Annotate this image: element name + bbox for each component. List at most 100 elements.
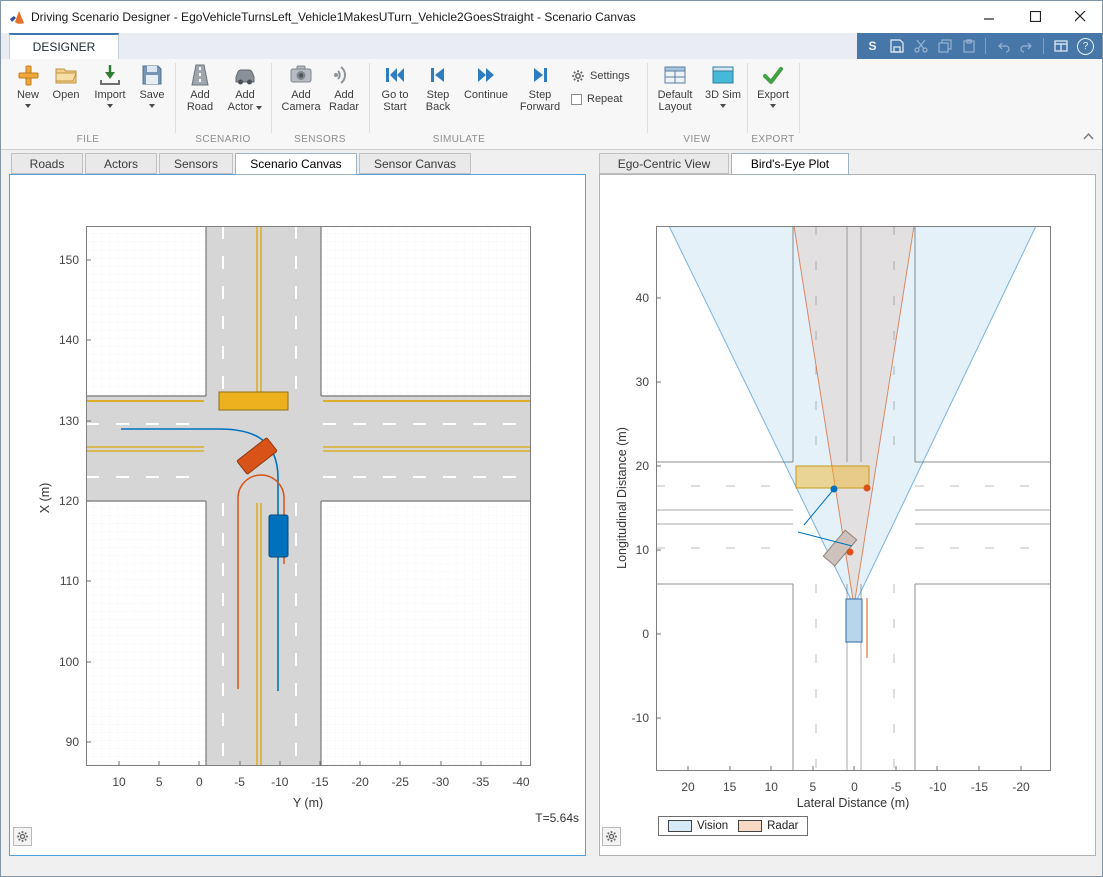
add-actor-dropdown-caret <box>256 106 262 110</box>
export-dropdown-caret <box>770 104 776 108</box>
tab-roads[interactable]: Roads <box>11 153 83 174</box>
legend-item-vision: Vision <box>668 820 728 832</box>
y-tick: 40 <box>636 291 649 305</box>
x-tick: 0 <box>181 775 217 789</box>
add-actor-car-icon <box>233 63 257 87</box>
save-icon <box>140 63 164 87</box>
collapse-toolstrip-button[interactable] <box>1079 128 1097 144</box>
section-label-file: FILE <box>1 134 175 145</box>
section-label-simulate: SIMULATE <box>369 134 549 145</box>
help-icon <box>1077 38 1094 55</box>
quick-save-button[interactable] <box>889 37 904 55</box>
toolbar-separator <box>799 63 800 133</box>
birds-eye-plot[interactable] <box>656 226 1051 771</box>
add-radar-label: Add Radar <box>326 89 362 113</box>
tab-actors[interactable]: Actors <box>85 153 157 174</box>
ego-vehicle-marker <box>846 599 862 642</box>
gear-icon <box>16 830 29 843</box>
app-icon[interactable] <box>9 9 25 25</box>
scenario-xlabel: Y (m) <box>293 796 323 810</box>
x-tick: -15 <box>961 780 997 794</box>
app-window: Driving Scenario Designer - EgoVehicleTu… <box>0 0 1103 877</box>
save-button[interactable]: Save <box>133 63 171 108</box>
x-tick: 0 <box>837 780 873 794</box>
open-icon <box>54 63 78 87</box>
tab-sensor-canvas[interactable]: Sensor Canvas <box>359 153 471 174</box>
tab-birds-eye-plot[interactable]: Bird's-Eye Plot <box>731 153 849 175</box>
radar-swatch <box>738 820 762 832</box>
y-tick: 30 <box>636 375 649 389</box>
sim3d-button[interactable]: 3D Sim <box>701 63 745 108</box>
scenario-ylabel: X (m) <box>38 483 52 514</box>
x-tick: 20 <box>670 780 706 794</box>
undo-icon <box>996 39 1010 53</box>
y-tick: 120 <box>59 494 79 508</box>
paste-button[interactable] <box>961 37 976 55</box>
add-actor-button[interactable]: Add Actor <box>223 63 267 113</box>
export-button[interactable]: Export <box>751 63 795 108</box>
save-dropdown-caret <box>149 104 155 108</box>
redo-icon <box>1020 39 1034 53</box>
repeat-label: Repeat <box>587 93 622 105</box>
repeat-checkbox[interactable]: Repeat <box>571 93 622 105</box>
scenario-canvas-settings-button[interactable] <box>13 827 32 846</box>
copy-button[interactable] <box>937 37 952 55</box>
tab-roads-label: Roads <box>30 157 65 171</box>
birds-eye-settings-button[interactable] <box>602 827 621 846</box>
continue-label: Continue <box>464 89 508 101</box>
ego-vehicle[interactable] <box>269 515 288 557</box>
x-tick: -20 <box>1003 780 1039 794</box>
tab-birds-eye-plot-label: Bird's-Eye Plot <box>751 157 829 171</box>
legend-item-radar: Radar <box>738 820 798 832</box>
step-back-icon <box>426 63 450 87</box>
add-road-button[interactable]: Add Road <box>181 63 219 113</box>
search-s-label: S <box>869 39 877 53</box>
go-to-start-label: Go to Start <box>378 89 412 113</box>
section-label-view: VIEW <box>647 134 747 145</box>
toolbar-separator <box>175 63 176 133</box>
x-tick: -40 <box>503 775 539 789</box>
minimize-icon <box>984 11 995 22</box>
help-button[interactable] <box>1077 37 1094 55</box>
bep-legend: Vision Radar <box>658 816 808 836</box>
undo-button[interactable] <box>995 37 1010 55</box>
radar-detection-marker <box>847 549 854 556</box>
scenario-plot[interactable] <box>86 226 531 766</box>
settings-button[interactable]: Settings <box>571 69 630 83</box>
tab-sensors[interactable]: Sensors <box>159 153 233 174</box>
default-layout-button[interactable]: Default Layout <box>651 63 699 113</box>
tab-scenario-canvas[interactable]: Scenario Canvas <box>235 153 357 175</box>
quick-access-separator <box>1043 38 1044 54</box>
layout-button[interactable] <box>1053 37 1068 55</box>
vision-detection-marker <box>831 486 838 493</box>
minimize-button[interactable] <box>967 1 1012 32</box>
add-road-label: Add Road <box>184 89 216 113</box>
import-button[interactable]: Import <box>89 63 131 108</box>
x-tick: -5 <box>222 775 258 789</box>
vehicle2-straight[interactable] <box>219 392 288 410</box>
step-back-button[interactable]: Step Back <box>419 63 457 113</box>
add-camera-button[interactable]: Add Camera <box>277 63 325 113</box>
simulation-time: T=5.64s <box>531 811 579 825</box>
step-forward-button[interactable]: Step Forward <box>515 63 565 113</box>
section-label-sensors: SENSORS <box>271 134 369 145</box>
new-button[interactable]: New <box>9 63 47 108</box>
maximize-button[interactable] <box>1013 1 1058 32</box>
x-tick: -15 <box>302 775 338 789</box>
paste-icon <box>962 39 976 53</box>
continue-button[interactable]: Continue <box>459 63 513 101</box>
close-button[interactable] <box>1058 1 1102 32</box>
cut-button[interactable] <box>913 37 928 55</box>
redo-button[interactable] <box>1019 37 1034 55</box>
open-button[interactable]: Open <box>47 63 85 101</box>
x-tick: -35 <box>463 775 499 789</box>
tab-ego-centric-view[interactable]: Ego-Centric View <box>599 153 729 174</box>
search-button[interactable]: S <box>865 37 880 55</box>
add-radar-button[interactable]: Add Radar <box>323 63 365 113</box>
y-tick: 150 <box>59 253 79 267</box>
tab-designer[interactable]: DESIGNER <box>9 33 119 59</box>
window-title: Driving Scenario Designer - EgoVehicleTu… <box>31 10 636 24</box>
default-layout-icon <box>663 63 687 87</box>
y-tick: 0 <box>642 627 649 641</box>
go-to-start-button[interactable]: Go to Start <box>375 63 415 113</box>
